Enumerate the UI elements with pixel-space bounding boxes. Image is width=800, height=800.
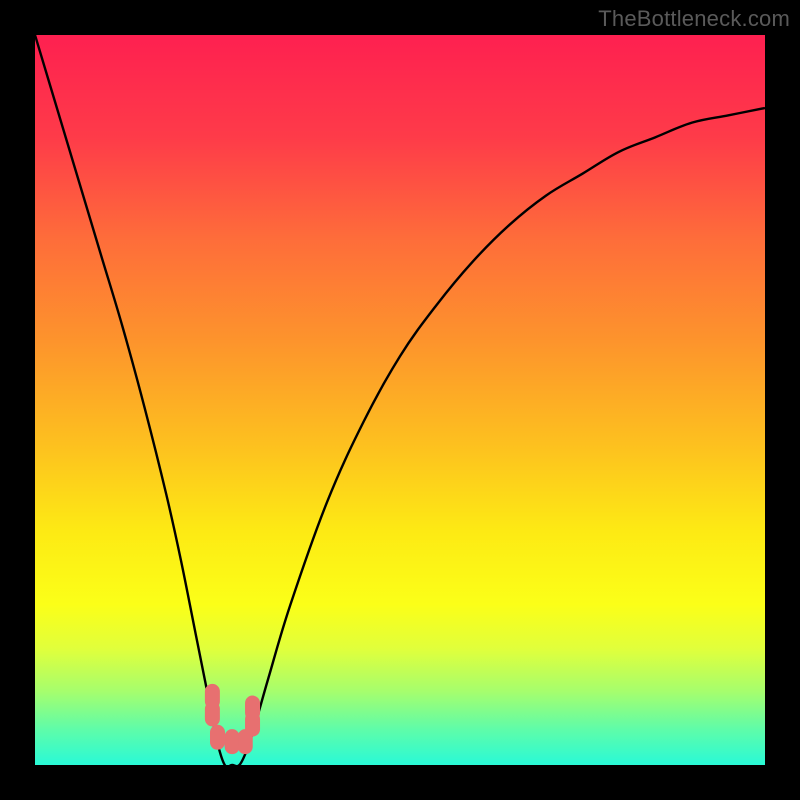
plot-area	[35, 35, 765, 765]
curve-marker	[211, 725, 225, 749]
bottleneck-curve-path	[35, 35, 765, 765]
bottleneck-curve-svg	[35, 35, 765, 765]
curve-marker	[246, 696, 260, 720]
curve-marker	[205, 702, 219, 726]
curve-marker	[225, 730, 239, 754]
marker-group	[205, 684, 259, 753]
watermark-text: TheBottleneck.com	[598, 6, 790, 32]
